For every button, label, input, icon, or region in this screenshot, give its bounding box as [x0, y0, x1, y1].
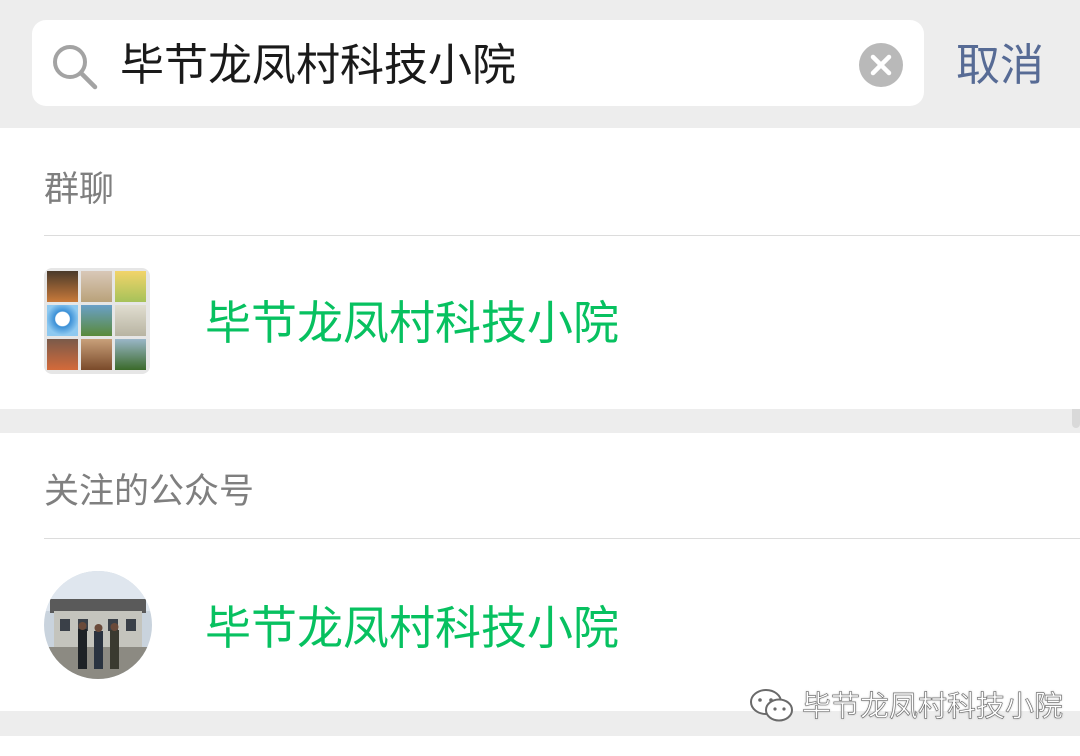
watermark-text: 毕节龙凤村科技小院 [802, 689, 1064, 724]
avatar-tile [115, 339, 146, 370]
official-account-section: 关注的公众号 毕节龙凤村科技小院 [0, 433, 1080, 711]
group-chat-section: 群聊 毕节龙凤村科技小院 [0, 128, 1080, 409]
divider [44, 538, 1080, 539]
search-query-text[interactable]: 毕节龙凤村科技小院 [120, 38, 516, 94]
avatar-tile [81, 305, 112, 336]
group-chat-result-title[interactable]: 毕节龙凤村科技小院 [205, 294, 619, 352]
next-section [0, 736, 1080, 756]
avatar-tile [47, 339, 78, 370]
avatar-tile [115, 305, 146, 336]
official-account-result-title[interactable]: 毕节龙凤村科技小院 [205, 599, 619, 657]
group-avatar[interactable] [44, 268, 150, 374]
wechat-logo-icon [748, 686, 796, 726]
divider [44, 235, 1080, 236]
clear-icon[interactable] [859, 43, 903, 87]
section-header-group-chat: 群聊 [44, 170, 115, 210]
avatar-tile [115, 271, 146, 302]
avatar-tile [81, 339, 112, 370]
cancel-button[interactable]: 取消 [956, 38, 1044, 94]
section-header-official-accounts: 关注的公众号 [44, 472, 255, 512]
avatar-tile [47, 271, 78, 302]
search-icon [50, 42, 100, 92]
official-account-avatar[interactable] [44, 571, 152, 679]
search-bar: 毕节龙凤村科技小院 取消 [0, 0, 1080, 128]
avatar-tile [47, 305, 78, 336]
avatar-tile [81, 271, 112, 302]
